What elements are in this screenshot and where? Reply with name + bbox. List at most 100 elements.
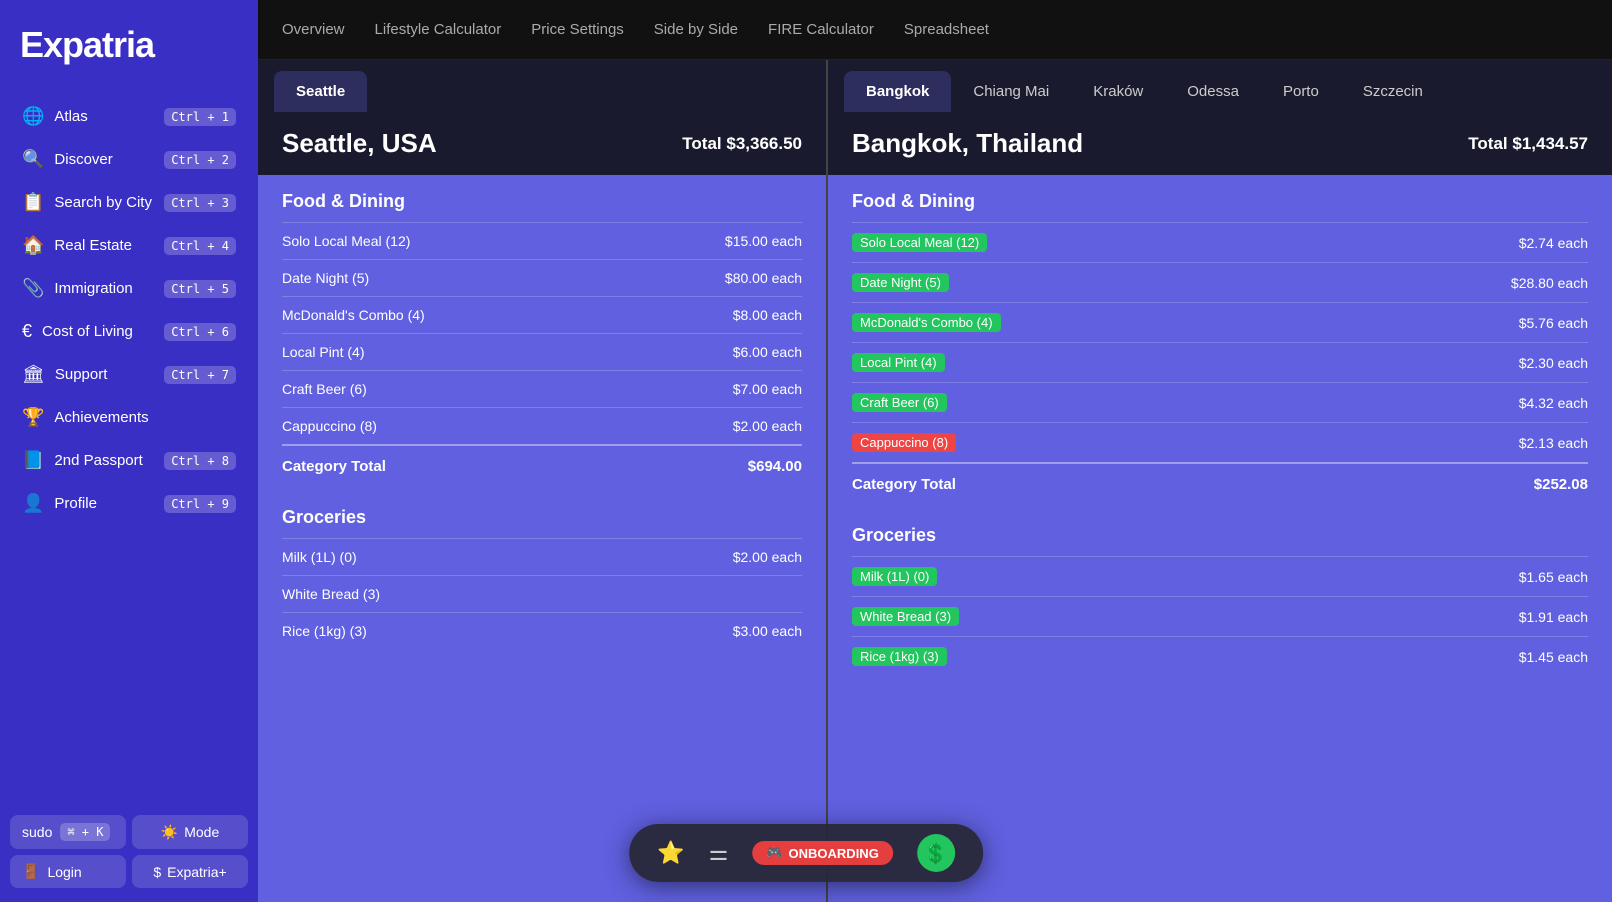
cost-of-living-icon: € bbox=[22, 321, 32, 342]
category-total-row: Category Total $694.00 bbox=[282, 444, 802, 491]
dollar-icon: $ bbox=[153, 864, 161, 880]
table-row: Craft Beer (6) $4.32 each bbox=[852, 382, 1588, 422]
sun-icon: ☀️ bbox=[161, 824, 178, 841]
tab-szczecin[interactable]: Szczecin bbox=[1341, 71, 1445, 112]
search-by-city-shortcut: Ctrl + 3 bbox=[164, 194, 236, 212]
table-row: Cappuccino (8) $2.13 each bbox=[852, 422, 1588, 462]
left-panel: Seattle Seattle, USA Total $3,366.50 Foo… bbox=[258, 60, 828, 902]
nav-item-lifestyle-calc[interactable]: Lifestyle Calculator bbox=[375, 17, 502, 42]
row-value: $6.00 each bbox=[733, 344, 802, 360]
2nd-passport-icon: 📘 bbox=[22, 450, 44, 471]
nav-item-side-by-side[interactable]: Side by Side bbox=[654, 17, 738, 42]
sudo-label: sudo bbox=[22, 824, 52, 840]
table-row: Rice (1kg) (3)$3.00 each bbox=[282, 612, 802, 649]
right-tab-bar: BangkokChiang MaiKrakówOdessaPortoSzczec… bbox=[828, 60, 1612, 112]
price-tag: McDonald's Combo (4) bbox=[852, 313, 1001, 332]
mode-label: Mode bbox=[184, 824, 219, 840]
onboarding-button[interactable]: 🎮 ONBOARDING bbox=[752, 841, 892, 865]
table-row: Milk (1L) (0)$2.00 each bbox=[282, 538, 802, 575]
sidebar-item-discover[interactable]: 🔍 Discover Ctrl + 2 bbox=[10, 139, 248, 180]
sidebar-item-search-by-city[interactable]: 📋 Search by City Ctrl + 3 bbox=[10, 182, 248, 223]
atlas-shortcut: Ctrl + 1 bbox=[164, 108, 236, 126]
star-icon[interactable]: ⭐ bbox=[657, 840, 684, 866]
sidebar-nav: 🌐 Atlas Ctrl + 1 🔍 Discover Ctrl + 2 📋 S… bbox=[0, 90, 258, 805]
section-groceries: GroceriesMilk (1L) (0)$1.65 eachWhite Br… bbox=[828, 509, 1612, 676]
nav-item-fire-calc[interactable]: FIRE Calculator bbox=[768, 17, 874, 42]
nav-item-spreadsheet[interactable]: Spreadsheet bbox=[904, 17, 989, 42]
tab-seattle[interactable]: Seattle bbox=[274, 71, 367, 112]
row-value: $28.80 each bbox=[1511, 275, 1588, 291]
bars-icon[interactable]: ⚌ bbox=[709, 840, 729, 866]
price-tag: Craft Beer (6) bbox=[852, 393, 947, 412]
table-row: White Bread (3) bbox=[282, 575, 802, 612]
sudo-button[interactable]: sudo ⌘ + K bbox=[10, 815, 126, 849]
immigration-icon: 📎 bbox=[22, 278, 44, 299]
sidebar-item-2nd-passport[interactable]: 📘 2nd Passport Ctrl + 8 bbox=[10, 440, 248, 481]
dollar-green-button[interactable]: 💲 bbox=[917, 834, 955, 872]
price-tag: Solo Local Meal (12) bbox=[852, 233, 987, 252]
row-value: $1.91 each bbox=[1519, 609, 1588, 625]
table-row: McDonald's Combo (4) $5.76 each bbox=[852, 302, 1588, 342]
sidebar-item-immigration[interactable]: 📎 Immigration Ctrl + 5 bbox=[10, 268, 248, 309]
nav-item-price-settings[interactable]: Price Settings bbox=[531, 17, 624, 42]
sidebar-item-support[interactable]: 🏛 Support Ctrl + 7 bbox=[10, 354, 248, 395]
price-tag: Date Night (5) bbox=[852, 273, 949, 292]
left-city-total: Total $3,366.50 bbox=[682, 134, 802, 154]
profile-shortcut: Ctrl + 9 bbox=[164, 495, 236, 513]
section-groceries: Groceries Milk (1L) (0)$2.00 eachWhite Br… bbox=[258, 491, 826, 649]
sidebar-item-atlas[interactable]: 🌐 Atlas Ctrl + 1 bbox=[10, 96, 248, 137]
achievements-label: Achievements bbox=[54, 409, 148, 426]
expatria-plus-label: Expatria+ bbox=[167, 864, 227, 880]
immigration-label: Immigration bbox=[54, 280, 132, 297]
bottom-bar: ⭐ ⚌ 🎮 ONBOARDING 💲 bbox=[629, 824, 983, 882]
sidebar: Expatria 🌐 Atlas Ctrl + 1 🔍 Discover Ctr… bbox=[0, 0, 258, 902]
support-shortcut: Ctrl + 7 bbox=[164, 366, 236, 384]
right-city-header: Bangkok, Thailand Total $1,434.57 bbox=[828, 112, 1612, 175]
profile-icon: 👤 bbox=[22, 493, 44, 514]
dollar-sign-icon: 💲 bbox=[923, 841, 948, 866]
expatria-plus-button[interactable]: $ Expatria+ bbox=[132, 855, 248, 888]
tab-chiang-mai[interactable]: Chiang Mai bbox=[951, 71, 1071, 112]
tab-krakow[interactable]: Kraków bbox=[1071, 71, 1165, 112]
login-button[interactable]: 🚪 Login bbox=[10, 855, 126, 888]
row-value: $4.32 each bbox=[1519, 395, 1588, 411]
discover-label: Discover bbox=[54, 151, 112, 168]
table-row: Milk (1L) (0)$1.65 each bbox=[852, 556, 1588, 596]
real-estate-label: Real Estate bbox=[54, 237, 132, 254]
sidebar-item-real-estate[interactable]: 🏠 Real Estate Ctrl + 4 bbox=[10, 225, 248, 266]
table-row: Date Night (5) $28.80 each bbox=[852, 262, 1588, 302]
login-icon: 🚪 bbox=[22, 863, 39, 880]
sidebar-item-achievements[interactable]: 🏆 Achievements bbox=[10, 397, 248, 438]
row-value: $2.13 each bbox=[1519, 435, 1588, 451]
sidebar-logo: Expatria bbox=[0, 0, 258, 90]
main-content: Overview Lifestyle Calculator Price Settin… bbox=[258, 0, 1612, 902]
nav-item-overview[interactable]: Overview bbox=[282, 17, 345, 42]
row-value: $5.76 each bbox=[1519, 315, 1588, 331]
sidebar-item-profile[interactable]: 👤 Profile Ctrl + 9 bbox=[10, 483, 248, 524]
right-city-data: Food & Dining Solo Local Meal (12) $2.74 e… bbox=[828, 175, 1612, 902]
profile-label: Profile bbox=[54, 495, 97, 512]
category-total-label: Category Total bbox=[852, 476, 956, 493]
left-city-header: Seattle, USA Total $3,366.50 bbox=[258, 112, 826, 175]
tab-bangkok[interactable]: Bangkok bbox=[844, 71, 951, 112]
search-by-city-label: Search by City bbox=[54, 194, 152, 211]
price-tag: Milk (1L) (0) bbox=[852, 567, 937, 586]
category-title: Food & Dining bbox=[852, 191, 1588, 212]
price-tag: Cappuccino (8) bbox=[852, 433, 956, 452]
mode-button[interactable]: ☀️ Mode bbox=[132, 815, 248, 849]
category-title: Groceries bbox=[282, 507, 802, 528]
tab-odessa[interactable]: Odessa bbox=[1165, 71, 1261, 112]
row-value: $2.74 each bbox=[1519, 235, 1588, 251]
category-total-value: $694.00 bbox=[748, 458, 802, 475]
table-row: Solo Local Meal (12)$15.00 each bbox=[282, 222, 802, 259]
tab-porto[interactable]: Porto bbox=[1261, 71, 1341, 112]
sidebar-item-cost-of-living[interactable]: € Cost of Living Ctrl + 6 bbox=[10, 311, 248, 352]
support-label: Support bbox=[55, 366, 108, 383]
category-total-value: $252.08 bbox=[1534, 476, 1588, 493]
row-value: $2.00 each bbox=[733, 549, 802, 565]
row-value: $2.30 each bbox=[1519, 355, 1588, 371]
2nd-passport-label: 2nd Passport bbox=[54, 452, 142, 469]
sidebar-bottom: sudo ⌘ + K ☀️ Mode 🚪 Login $ Expatria+ bbox=[0, 805, 258, 902]
left-city-name: Seattle, USA bbox=[282, 128, 437, 159]
discover-shortcut: Ctrl + 2 bbox=[164, 151, 236, 169]
